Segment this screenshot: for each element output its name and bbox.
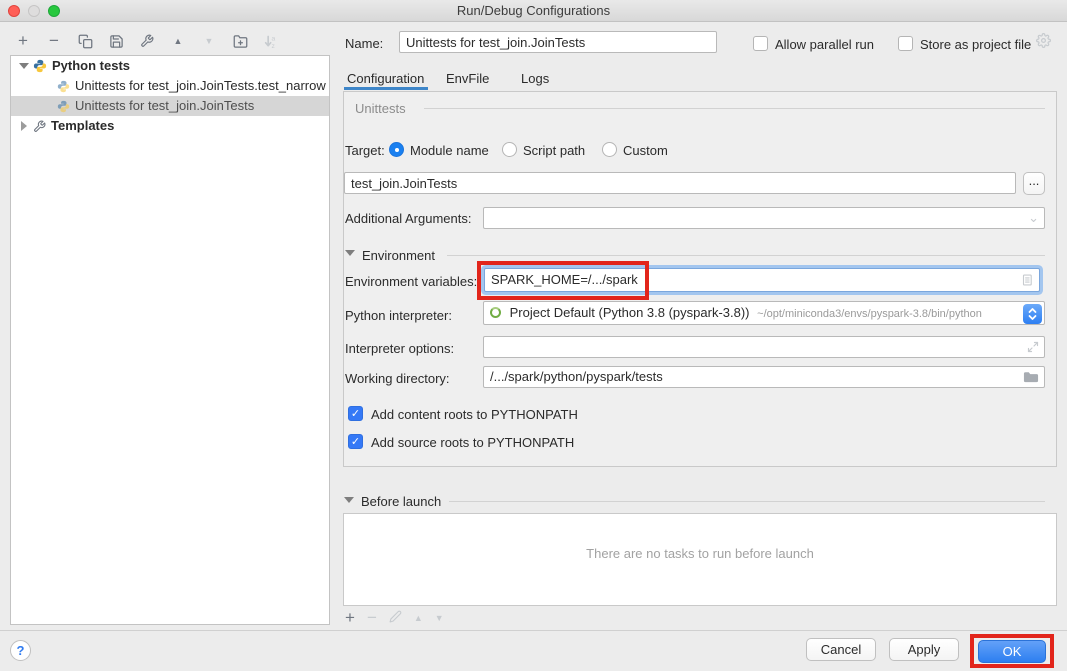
sort-alphabetically-icon[interactable]: az [262, 32, 280, 50]
python-interpreter-label: Python interpreter: [345, 308, 452, 323]
python-interpreter-select[interactable]: Project Default (Python 3.8 (pyspark-3.8… [483, 301, 1045, 325]
move-up-icon[interactable]: ▲ [169, 32, 187, 50]
apply-button[interactable]: Apply [889, 638, 959, 661]
python-icon [33, 59, 47, 73]
add-content-roots-checkbox[interactable]: ✓ [348, 406, 363, 421]
add-source-roots-label: Add source roots to PYTHONPATH [371, 435, 574, 450]
before-launch-collapse-caret-icon[interactable] [344, 497, 354, 503]
configurations-toolbar: + − ▲ ▼ az [14, 32, 280, 50]
python-test-icon [57, 100, 70, 113]
svg-text:z: z [271, 43, 274, 49]
save-configuration-icon[interactable] [107, 32, 125, 50]
edit-task-pencil-icon[interactable] [389, 610, 402, 626]
tree-item-label: Unittests for test_join.JoinTests [75, 96, 254, 116]
svg-text:a: a [271, 35, 275, 42]
name-input[interactable] [399, 31, 717, 53]
interpreter-dropdown-stepper[interactable] [1023, 304, 1042, 324]
browse-button[interactable]: ... [1023, 172, 1045, 195]
python-test-icon [57, 80, 70, 93]
conda-env-icon [490, 307, 501, 318]
cancel-button[interactable]: Cancel [806, 638, 876, 661]
footer-separator [0, 630, 1067, 631]
tab-envfile[interactable]: EnvFile [446, 71, 489, 86]
title-bar: Run/Debug Configurations [0, 0, 1067, 22]
working-directory-input[interactable]: /.../spark/python/pyspark/tests [483, 366, 1045, 388]
working-directory-value: /.../spark/python/pyspark/tests [490, 369, 663, 384]
allow-parallel-run-checkbox[interactable] [753, 36, 768, 51]
configurations-tree: Python tests Unittests for test_join.Joi… [10, 55, 330, 625]
additional-arguments-input[interactable]: ⌄ [483, 207, 1045, 229]
target-label: Target: [345, 143, 385, 158]
tab-logs[interactable]: Logs [521, 71, 549, 86]
environment-section-label: Environment [362, 248, 435, 263]
add-task-icon[interactable]: + [345, 610, 355, 626]
before-launch-task-list[interactable]: There are no tasks to run before launch [343, 513, 1057, 606]
environment-variables-input[interactable]: SPARK_HOME=/.../spark [484, 268, 1040, 292]
add-configuration-icon[interactable]: + [14, 32, 32, 50]
before-launch-toolbar: + − ▲ ▼ [345, 610, 444, 626]
radio-module-name-label: Module name [410, 143, 489, 158]
radio-custom-label: Custom [623, 143, 668, 158]
move-down-icon[interactable]: ▼ [200, 32, 218, 50]
move-task-down-icon[interactable]: ▼ [435, 610, 444, 626]
tree-item-label: Unittests for test_join.JoinTests.test_n… [75, 76, 326, 96]
tree-item-jointests-selected[interactable]: Unittests for test_join.JoinTests [11, 96, 329, 116]
expand-caret-icon[interactable] [21, 121, 27, 131]
gear-icon[interactable] [1036, 33, 1051, 51]
new-folder-icon[interactable] [231, 32, 249, 50]
edit-templates-wrench-icon[interactable] [138, 32, 156, 50]
environment-divider [447, 255, 1045, 256]
active-tab-underline [344, 87, 428, 90]
ok-button[interactable]: OK [978, 640, 1046, 663]
environment-variables-value: SPARK_HOME=/.../spark [491, 272, 638, 287]
python-interpreter-value: Project Default (Python 3.8 (pyspark-3.8… [510, 305, 750, 320]
store-as-project-file-checkbox[interactable] [898, 36, 913, 51]
remove-task-icon[interactable]: − [367, 610, 377, 626]
radio-module-name[interactable] [389, 142, 404, 157]
interpreter-options-label: Interpreter options: [345, 341, 454, 356]
unittests-group-title: Unittests [355, 101, 406, 116]
additional-arguments-label: Additional Arguments: [345, 211, 471, 226]
group-divider [424, 108, 1045, 109]
environment-collapse-caret-icon[interactable] [345, 250, 355, 256]
help-button[interactable]: ? [10, 640, 31, 661]
before-launch-empty-text: There are no tasks to run before launch [344, 546, 1056, 561]
copy-configuration-icon[interactable] [76, 32, 94, 50]
folder-icon[interactable] [1023, 370, 1039, 384]
move-task-up-icon[interactable]: ▲ [414, 610, 423, 626]
name-label: Name: [345, 36, 383, 51]
wrench-icon [33, 120, 46, 133]
expand-field-icon[interactable] [1027, 341, 1039, 353]
radio-custom[interactable] [602, 142, 617, 157]
chevron-down-icon[interactable]: ⌄ [1028, 210, 1039, 226]
environment-variables-label: Environment variables: [345, 274, 477, 289]
tree-item-label: Templates [51, 116, 114, 136]
collapse-caret-icon[interactable] [19, 63, 29, 69]
browse-variables-icon[interactable] [1020, 273, 1034, 287]
tab-configuration[interactable]: Configuration [347, 71, 424, 86]
before-launch-divider [449, 501, 1045, 502]
tree-item-python-tests[interactable]: Python tests [11, 56, 329, 76]
radio-script-path[interactable] [502, 142, 517, 157]
tree-item-label: Python tests [52, 56, 130, 76]
radio-script-path-label: Script path [523, 143, 585, 158]
add-source-roots-checkbox[interactable]: ✓ [348, 434, 363, 449]
window-title: Run/Debug Configurations [0, 3, 1067, 18]
allow-parallel-run-label: Allow parallel run [775, 37, 874, 52]
interpreter-options-input[interactable] [483, 336, 1045, 358]
remove-configuration-icon[interactable]: − [45, 32, 63, 50]
store-as-project-file-label: Store as project file [920, 37, 1031, 52]
python-interpreter-path: ~/opt/miniconda3/envs/pyspark-3.8/bin/py… [757, 308, 982, 320]
tree-item-test-narrow[interactable]: Unittests for test_join.JoinTests.test_n… [11, 76, 329, 96]
working-directory-label: Working directory: [345, 371, 450, 386]
add-content-roots-label: Add content roots to PYTHONPATH [371, 407, 578, 422]
target-input[interactable] [344, 172, 1016, 194]
tree-item-templates[interactable]: Templates [11, 116, 329, 136]
before-launch-section-label: Before launch [361, 494, 441, 509]
